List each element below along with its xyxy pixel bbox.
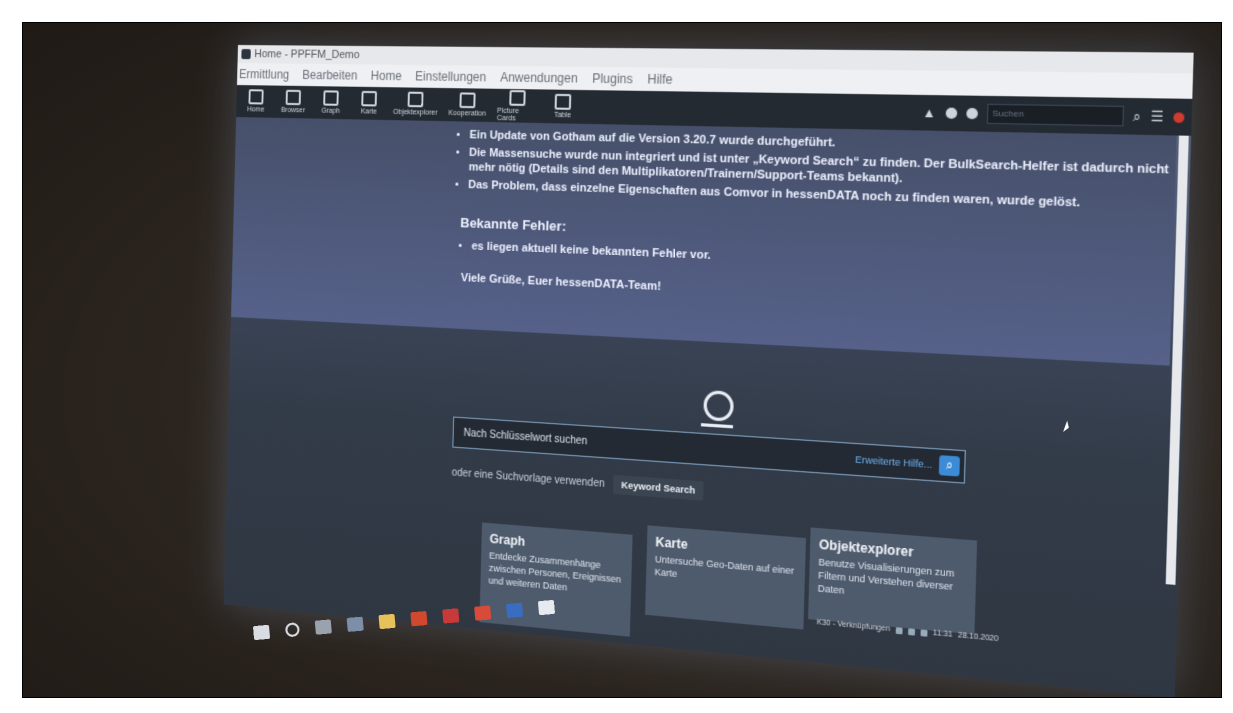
card-description: Entdecke Zusammenhänge zwischen Personen…: [488, 550, 622, 593]
clock-date[interactable]: 28.10.2020: [958, 632, 999, 644]
card-graph[interactable]: Graph Entdecke Zusammenhänge zwischen Pe…: [479, 522, 633, 637]
tool-browser[interactable]: Browser: [279, 89, 308, 115]
powerpoint-icon[interactable]: [410, 611, 428, 627]
palantir-logo-icon: [703, 389, 734, 422]
word-icon[interactable]: [505, 602, 524, 618]
menu-bearbeiten[interactable]: Bearbeiten: [302, 68, 357, 83]
palantir-taskbar-icon[interactable]: [537, 599, 556, 616]
tool-home-label: Home: [246, 106, 265, 114]
tool-karte-label: Karte: [360, 108, 377, 116]
menu-icon[interactable]: ☰: [1150, 109, 1164, 125]
notification-icon[interactable]: [1173, 111, 1185, 123]
tool-kooperation-label: Kooperation: [448, 109, 486, 118]
card-description: Benutze Visualisierungen zum Filtern und…: [817, 556, 955, 597]
browser-icon: [285, 89, 301, 106]
tool-browser-label: Browser: [280, 106, 306, 115]
projection-area: Home - PPFFM_Demo Ermittlung Bearbeiten …: [23, 23, 1221, 697]
bar-chart-icon: [407, 91, 424, 108]
tool-karte[interactable]: Karte: [354, 90, 383, 116]
app-icon[interactable]: [442, 608, 460, 624]
gear-icon[interactable]: [945, 107, 957, 119]
globe-icon: [361, 90, 378, 107]
keyword-search-button[interactable]: Keyword Search: [612, 474, 704, 501]
graph-icon: [323, 90, 339, 106]
menu-hilfe[interactable]: Hilfe: [647, 72, 673, 87]
global-search-input[interactable]: Suchen: [986, 103, 1124, 127]
projected-screen: Home - PPFFM_Demo Ermittlung Bearbeiten …: [223, 45, 1194, 697]
main-content: Ein Update von Gotham auf die Version 3.…: [223, 117, 1192, 697]
menu-plugins[interactable]: Plugins: [592, 71, 633, 86]
table-icon: [554, 93, 572, 110]
menu-home[interactable]: Home: [371, 69, 402, 84]
update-list: Ein Update von Gotham auf die Version 3.…: [234, 123, 1176, 214]
tool-home[interactable]: Home: [242, 89, 270, 114]
greeting-text: Viele Grüße, Euer hessenDATA-Team!: [460, 271, 662, 294]
pdf-icon[interactable]: [474, 605, 492, 621]
menu-einstellungen[interactable]: Einstellungen: [415, 69, 486, 84]
search-icon[interactable]: ⌕: [1133, 108, 1142, 125]
toolbar-right: ▲ Suchen ⌕ ☰: [922, 103, 1185, 128]
tool-kooperation[interactable]: Kooperation: [447, 92, 487, 118]
tool-table-label: Table: [553, 111, 572, 120]
app-logo-icon: [241, 49, 251, 60]
tray-icon[interactable]: [920, 628, 928, 637]
search-input[interactable]: Nach Schlüsselwort suchen: [454, 426, 587, 447]
photo-frame: Home - PPFFM_Demo Ermittlung Bearbeiten …: [22, 22, 1222, 698]
app-icon[interactable]: [346, 616, 364, 632]
tool-graph-label: Graph: [321, 107, 340, 116]
windows-start-icon[interactable]: [252, 624, 271, 641]
tool-graph[interactable]: Graph: [316, 90, 345, 115]
tray-icon[interactable]: [907, 627, 915, 636]
window-title: Home - PPFFM_Demo: [254, 48, 360, 62]
search-button[interactable]: ⌕: [938, 455, 960, 477]
card-karte[interactable]: Karte Untersuche Geo-Daten auf einer Kar…: [645, 525, 806, 630]
clock-time[interactable]: 11:31: [933, 629, 953, 639]
template-text: oder eine Suchvorlage verwenden: [451, 466, 605, 490]
news-panel: Ein Update von Gotham auf die Version 3.…: [231, 117, 1177, 366]
rocket-icon[interactable]: ▲: [922, 105, 936, 121]
tool-table[interactable]: Table: [547, 93, 578, 120]
menu-ermittlung[interactable]: Ermittlung: [239, 67, 289, 82]
tool-picture-cards[interactable]: Picture Cards: [497, 89, 538, 122]
task-view-icon[interactable]: [314, 619, 332, 635]
advanced-help-link[interactable]: Erweiterte Hilfe...: [855, 454, 932, 470]
menu-anwendungen[interactable]: Anwendungen: [500, 70, 578, 86]
folder-icon[interactable]: [378, 613, 396, 630]
tool-objektexplorer-label: Objektexplorer: [392, 108, 438, 117]
card-objektexplorer[interactable]: Objektexplorer Benutze Visualisierungen …: [808, 527, 978, 635]
tool-objektexplorer[interactable]: Objektexplorer: [392, 91, 438, 117]
search-icon[interactable]: [284, 622, 301, 638]
tray-icon[interactable]: [895, 626, 903, 634]
search-template-row: oder eine Suchvorlage verwenden Keyword …: [451, 463, 704, 501]
help-icon[interactable]: [965, 107, 978, 120]
tool-picture-cards-label: Picture Cards: [496, 107, 520, 123]
people-icon: [459, 92, 476, 109]
home-icon: [248, 89, 264, 105]
card-icon: [509, 89, 526, 106]
